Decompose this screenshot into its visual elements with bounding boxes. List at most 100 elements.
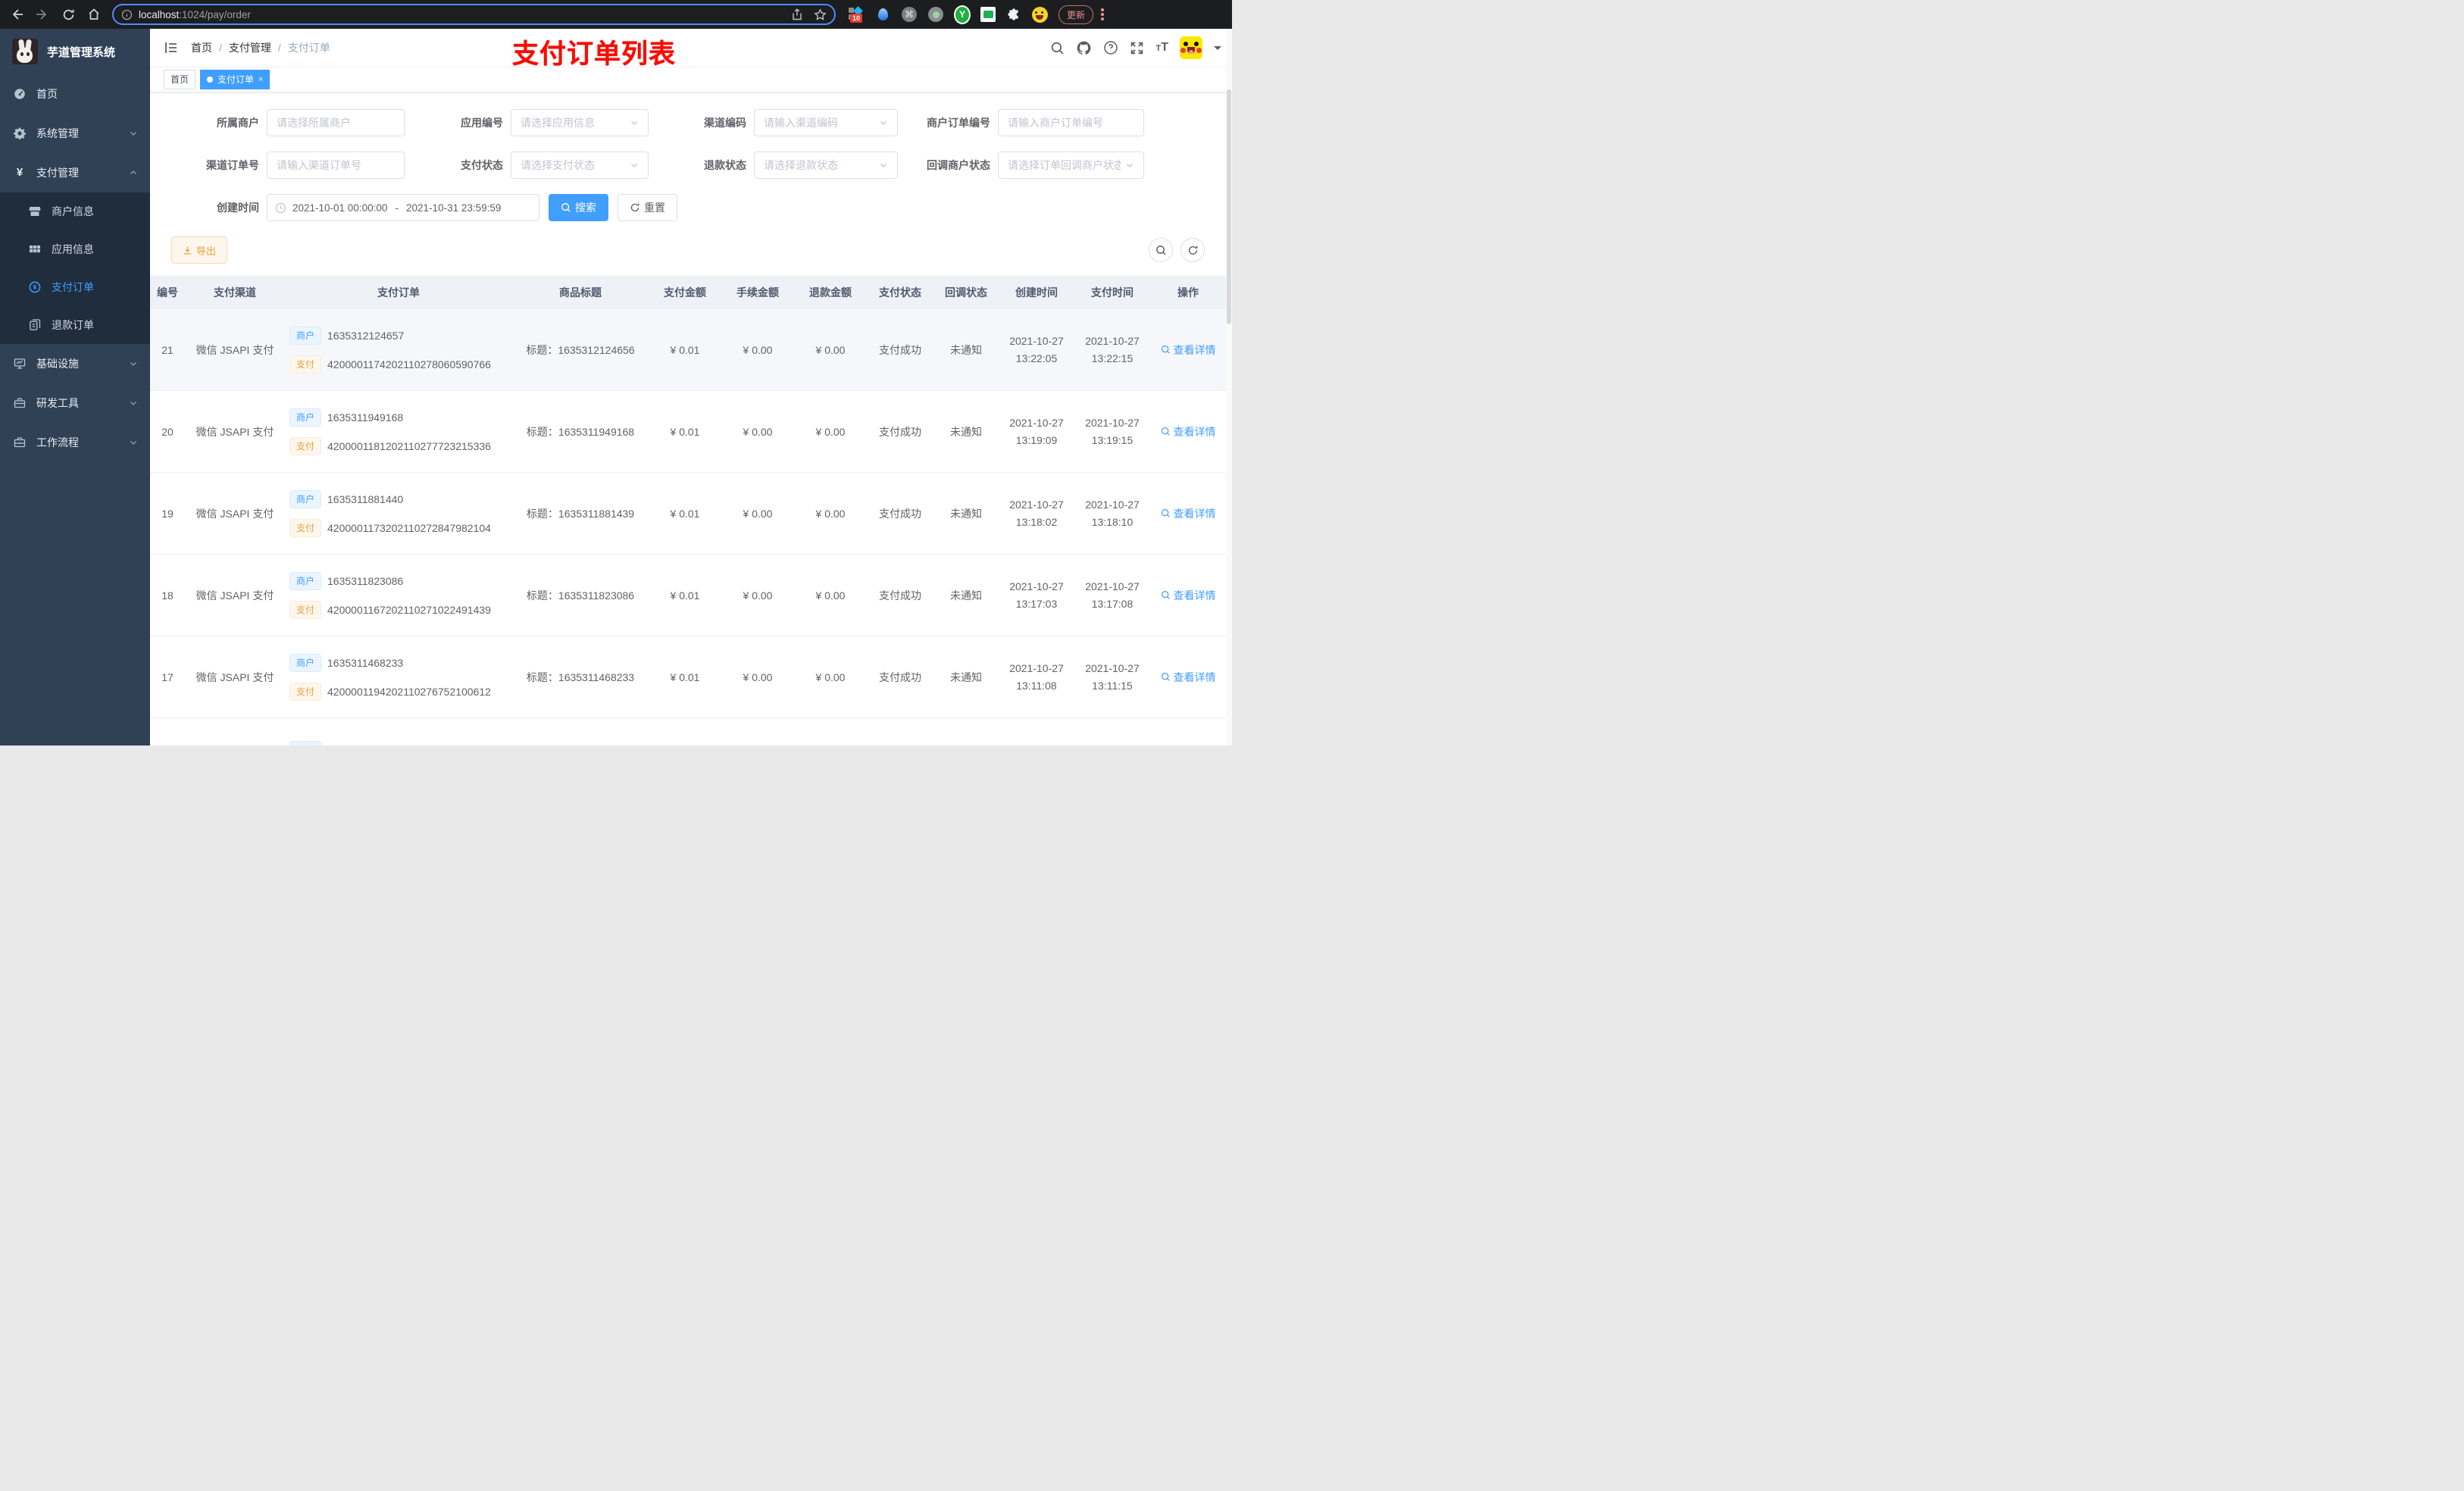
- search-icon[interactable]: [1050, 41, 1065, 55]
- tags-view-bar: 首页 支付订单 ×: [150, 67, 1232, 92]
- extension-recorder-icon[interactable]: [927, 6, 944, 23]
- search-icon: [561, 202, 571, 213]
- export-button[interactable]: 导出: [171, 236, 228, 264]
- fullscreen-icon[interactable]: [1130, 41, 1144, 55]
- filter-label-merchant: 所属商户: [217, 117, 259, 129]
- table-row: 20 微信 JSAPI 支付 商户 1635311949168 支付 4200001…: [150, 391, 1232, 473]
- merchant-tag: 商户: [289, 653, 322, 672]
- chevron-down-icon: [879, 118, 888, 127]
- sidebar-item-pay-order[interactable]: ¥ 支付订单: [0, 268, 150, 306]
- gear-icon: [14, 127, 26, 139]
- sidebar-item-merchant-info[interactable]: 商户信息: [0, 192, 150, 230]
- dashboard-icon: [14, 88, 26, 100]
- tab-pay-order[interactable]: 支付订单 ×: [200, 70, 270, 89]
- user-avatar[interactable]: [1180, 36, 1202, 59]
- extensions-puzzle-icon[interactable]: [1005, 6, 1022, 23]
- magnifier-icon: [1161, 345, 1171, 355]
- view-detail-link[interactable]: 查看详情: [1161, 506, 1216, 521]
- github-icon[interactable]: [1076, 40, 1092, 56]
- sidebar-item-system[interactable]: 系统管理: [0, 114, 150, 153]
- page-scrollbar[interactable]: [1226, 29, 1232, 746]
- chevron-down-icon: [879, 161, 888, 170]
- sidebar-item-home[interactable]: 首页: [0, 74, 150, 114]
- chevron-down-icon: [129, 129, 138, 138]
- sidebar-logo[interactable]: 芋道管理系统: [0, 29, 150, 74]
- merchant-tag: 商户: [289, 571, 322, 590]
- url-host: localhost: [139, 8, 180, 20]
- extension-y-icon[interactable]: Y: [954, 5, 971, 24]
- chevron-up-icon: [129, 168, 138, 177]
- browser-toolbar: localhost:1024/pay/order 10 ⌘ Y 更新: [0, 0, 1232, 29]
- notify-status-select[interactable]: 请选择订单回调商户状态: [998, 152, 1144, 179]
- bookmark-star-icon[interactable]: [814, 8, 827, 21]
- chevron-down-icon: [630, 161, 639, 170]
- sidebar-item-app-info[interactable]: 应用信息: [0, 230, 150, 268]
- table-row: 21 微信 JSAPI 支付 商户 1635312124657 支付 4200001…: [150, 309, 1232, 391]
- channel-code-select[interactable]: 请输入渠道编码: [754, 109, 898, 136]
- view-detail-link[interactable]: 查看详情: [1161, 342, 1216, 358]
- refresh-table-button[interactable]: [1180, 238, 1205, 262]
- site-info-icon[interactable]: [121, 9, 133, 20]
- help-icon[interactable]: [1103, 40, 1118, 55]
- toggle-search-button[interactable]: [1149, 238, 1173, 262]
- reset-button[interactable]: 重置: [618, 194, 677, 221]
- tab-home[interactable]: 首页: [164, 70, 196, 89]
- filter-label-pay-status: 支付状态: [461, 159, 503, 171]
- chevron-down-icon: [630, 118, 639, 127]
- user-menu-caret-icon[interactable]: [1214, 45, 1221, 54]
- sidebar-item-dev-tools[interactable]: 研发工具: [0, 383, 150, 423]
- sidebar-fold-icon[interactable]: [164, 40, 179, 55]
- back-icon[interactable]: [8, 5, 26, 23]
- search-button[interactable]: 搜索: [549, 194, 608, 221]
- pay-status-select[interactable]: 请选择支付状态: [511, 152, 649, 179]
- magnifier-icon: [1161, 672, 1171, 682]
- channel-order-no-input[interactable]: 请输入渠道订单号: [267, 152, 405, 179]
- scrollbar-thumb[interactable]: [1227, 89, 1231, 324]
- sidebar-item-payment[interactable]: ¥ 支付管理: [0, 153, 150, 192]
- view-detail-link[interactable]: 查看详情: [1161, 588, 1216, 603]
- breadcrumb-payment[interactable]: 支付管理: [229, 40, 271, 55]
- extension-chat-icon[interactable]: [980, 7, 996, 22]
- breadcrumb: 首页 / 支付管理 / 支付订单: [191, 40, 330, 55]
- breadcrumb-home[interactable]: 首页: [191, 40, 212, 55]
- extension-command-icon[interactable]: ⌘: [901, 6, 918, 23]
- main-area: 首页 / 支付管理 / 支付订单 TT 支付订单列表 首页 支付订单 × 所属商…: [150, 29, 1232, 746]
- forward-icon[interactable]: [33, 5, 52, 23]
- create-time-range-picker[interactable]: 2021-10-01 00:00:00 - 2021-10-31 23:59:5…: [267, 194, 539, 221]
- app-select[interactable]: 请选择应用信息: [511, 109, 649, 136]
- sidebar-item-infrastructure[interactable]: 基础设施: [0, 344, 150, 383]
- extension-blocks-icon[interactable]: 10: [848, 6, 865, 23]
- table-row: 17 微信 JSAPI 支付 商户 1635311468233 支付 4200001…: [150, 636, 1232, 718]
- close-icon[interactable]: ×: [258, 70, 263, 89]
- magnifier-icon: [1161, 427, 1171, 436]
- filter-label-channel-order-no: 渠道订单号: [206, 159, 259, 171]
- chrome-update-button[interactable]: 更新: [1058, 5, 1094, 24]
- font-size-icon[interactable]: TT: [1155, 41, 1168, 55]
- merchant-select[interactable]: 请选择所属商户: [267, 109, 405, 136]
- filter-row-1: 所属商户 请选择所属商户 应用编号 请选择应用信息 渠道编码 请输入渠道编码 商…: [150, 109, 1232, 136]
- profile-emoji-icon[interactable]: [1032, 6, 1048, 23]
- home-icon[interactable]: [85, 5, 103, 23]
- payment-submenu: 商户信息 应用信息 ¥ 支付订单 退款订单: [0, 192, 150, 344]
- address-bar[interactable]: localhost:1024/pay/order: [112, 4, 836, 25]
- yen-circle-icon: ¥: [29, 281, 41, 293]
- sidebar-item-refund-order[interactable]: 退款订单: [0, 306, 150, 344]
- share-icon[interactable]: [791, 8, 803, 20]
- filter-label-refund-status: 退款状态: [704, 159, 746, 171]
- table-header-row: 编号 支付渠道 支付订单 商品标题 支付金额 手续金额 退款金额 支付状态 回调…: [150, 276, 1232, 309]
- merchant-order-no-input[interactable]: 请输入商户订单编号: [998, 109, 1144, 136]
- reload-icon[interactable]: [59, 5, 77, 23]
- refund-status-select[interactable]: 请选择退款状态: [754, 152, 898, 179]
- filter-label-create-time: 创建时间: [217, 202, 259, 214]
- view-detail-link[interactable]: 查看详情: [1161, 424, 1216, 439]
- top-navbar: 首页 / 支付管理 / 支付订单 TT: [150, 29, 1232, 67]
- sidebar-item-workflow[interactable]: 工作流程: [0, 423, 150, 462]
- app-window: 芋道管理系统 首页 系统管理 ¥ 支付管理 商户信息 应用信息 ¥ 支付订单 退…: [0, 29, 1232, 746]
- chrome-menu-icon[interactable]: [1101, 8, 1104, 20]
- extension-balloon-icon[interactable]: [874, 6, 891, 23]
- filter-label-notify-status: 回调商户状态: [927, 159, 990, 171]
- annotation-title: 支付订单列表: [512, 39, 677, 69]
- extension-badge: 10: [850, 14, 863, 23]
- view-detail-link[interactable]: 查看详情: [1161, 670, 1216, 685]
- magnifier-icon: [1161, 590, 1171, 600]
